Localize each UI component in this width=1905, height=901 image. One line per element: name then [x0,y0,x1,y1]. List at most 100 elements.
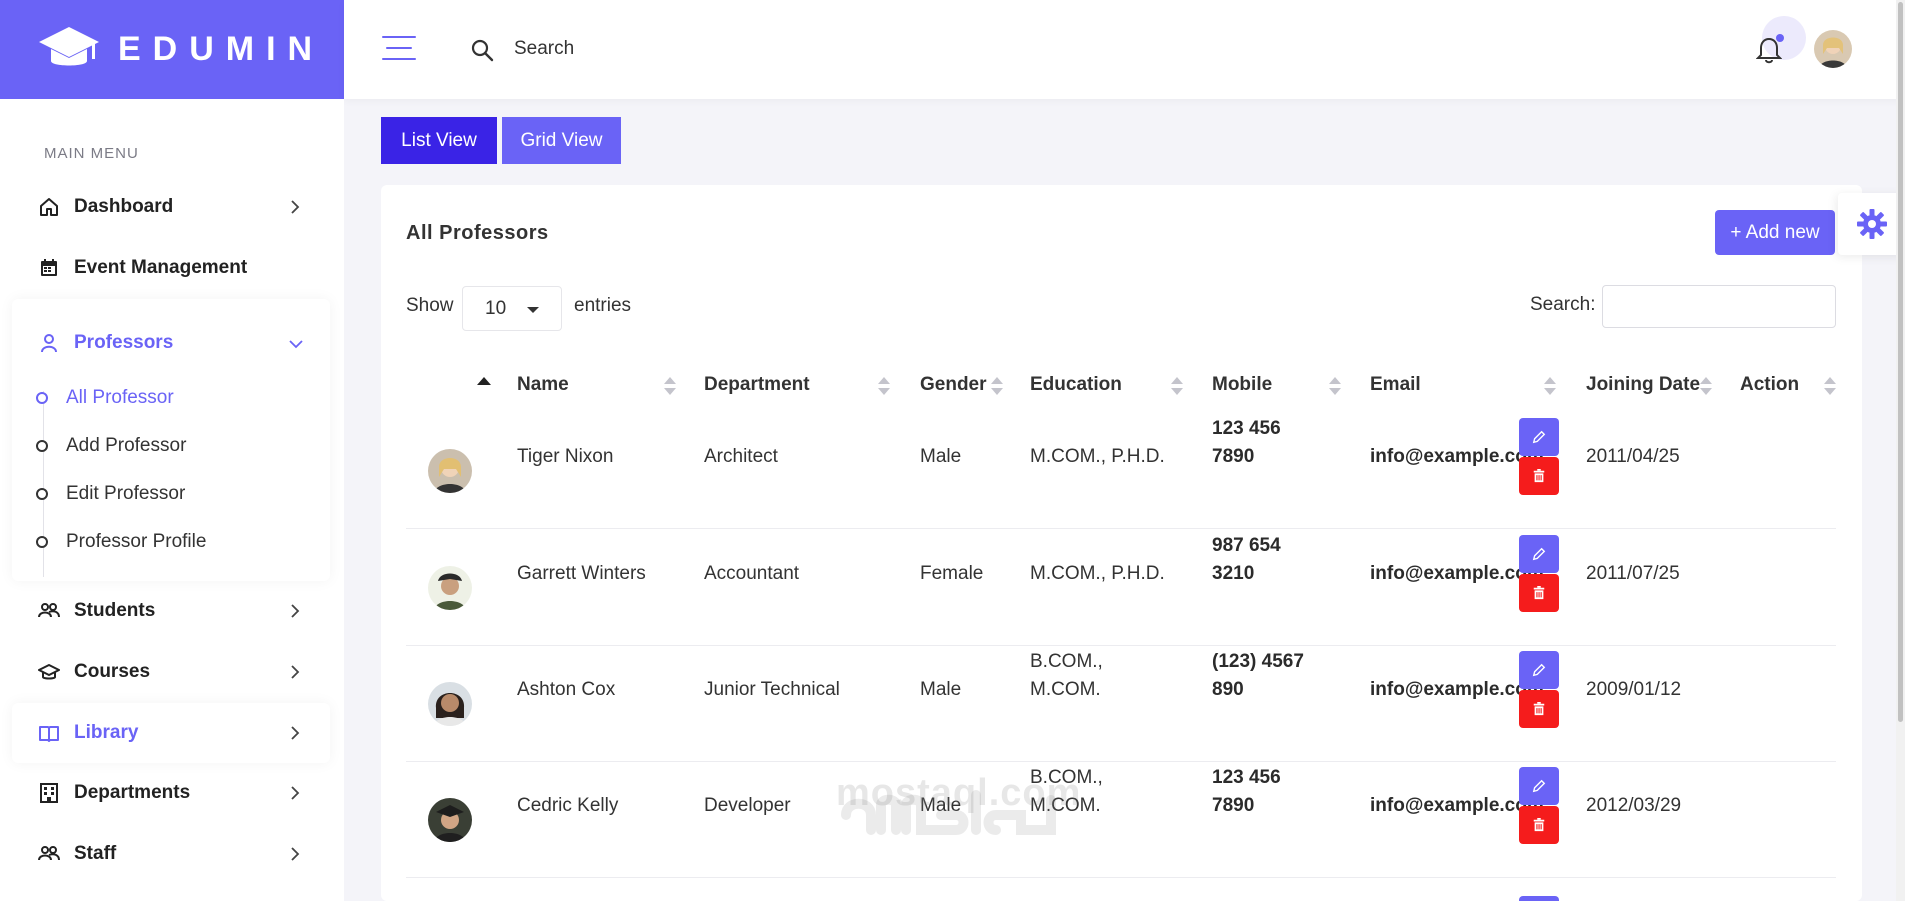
column-header-joining-date[interactable]: Joining Date [1586,374,1700,396]
column-header-gender[interactable]: Gender [920,374,987,396]
cell-education: M.COM., P.H.D. [1030,563,1165,584]
users-icon [38,843,60,865]
gear-icon [1856,209,1887,239]
cell-mobile: 987 654 [1212,535,1281,556]
cell-education: B.COM., [1030,651,1103,672]
search-icon[interactable] [470,38,494,62]
scrollbar-thumb[interactable] [1898,2,1903,722]
watermark-text: mostaql.com [836,772,1082,814]
submenu-add-professor[interactable]: Add Professor [36,431,186,461]
bullet-icon [36,488,48,500]
pencil-icon [1532,663,1546,677]
trash-icon [1533,702,1545,716]
cell-department: Junior Technical [704,679,840,700]
column-header-education[interactable]: Education [1030,374,1122,396]
brand-name: EDUMIN [118,30,325,68]
chevron-right-icon [291,786,300,800]
cell-name: Cedric Kelly [517,795,619,816]
sort-icon[interactable] [1329,377,1341,397]
submenu-all-professor[interactable]: All Professor [36,383,174,413]
entries-select[interactable]: 10 [462,286,562,331]
edit-button[interactable] [1519,418,1559,456]
home-icon [38,196,60,218]
search-input[interactable] [514,32,834,66]
sort-ascending-icon[interactable] [477,377,491,385]
column-header-action[interactable]: Action [1740,374,1799,396]
sidebar-item-departments[interactable]: Departments [12,765,330,821]
book-icon [38,722,60,744]
edit-button[interactable] [1519,535,1559,573]
cell-joining-date: 2009/01/12 [1586,679,1682,700]
delete-button[interactable] [1519,806,1559,844]
cell-email: info@example.com [1370,446,1544,467]
cell-email: info@example.com [1370,679,1544,700]
professors-card: All Professors + Add new Show 10 entries… [381,185,1862,901]
sidebar-item-label: Departments [74,782,191,803]
cell-mobile: 7890 [1212,446,1255,467]
trash-icon [1533,586,1545,600]
chevron-right-icon [291,604,300,618]
delete-button[interactable] [1519,574,1559,612]
sidebar-item-label: Professors [74,332,174,353]
cell-mobile: (123) 4567 [1212,651,1304,672]
edit-button[interactable] [1519,767,1559,805]
cell-email: info@example.com [1370,795,1544,816]
sort-icon[interactable] [1544,377,1556,397]
sidebar-item-event-management[interactable]: Event Management [12,240,330,296]
sidebar-item-professors[interactable]: Professors [12,315,330,371]
sidebar-item-label: Library [74,722,139,743]
table-row: Cedric Kelly Developer Male B.COM., M.CO… [406,762,1836,878]
edit-button[interactable] [1519,896,1559,901]
delete-button[interactable] [1519,690,1559,728]
sidebar: MAIN MENU Dashboard Event Management Pro… [0,99,344,901]
sidebar-item-label: Event Management [74,257,248,278]
column-header-email[interactable]: Email [1370,374,1421,396]
sort-icon[interactable] [1824,377,1836,397]
brand-logo[interactable]: EDUMIN [0,0,344,99]
sidebar-item-label: Students [74,600,156,621]
sort-icon[interactable] [664,377,676,397]
settings-button[interactable] [1838,193,1905,255]
hamburger-menu-icon[interactable] [382,34,416,62]
sidebar-item-courses[interactable]: Courses [12,644,330,700]
user-avatar[interactable] [1814,30,1852,68]
table-row: Garrett Winters Accountant Female M.COM.… [406,530,1836,646]
column-header-name[interactable]: Name [517,374,569,396]
list-view-button[interactable]: List View [381,117,497,164]
column-header-mobile[interactable]: Mobile [1212,374,1272,396]
cell-education: M.COM., P.H.D. [1030,446,1165,467]
edit-button[interactable] [1519,651,1559,689]
cell-name: Tiger Nixon [517,446,614,467]
delete-button[interactable] [1519,457,1559,495]
sidebar-item-dashboard[interactable]: Dashboard [12,179,330,235]
cell-gender: Male [920,679,962,700]
cell-joining-date: 2011/07/25 [1586,563,1680,584]
sidebar-item-label: Dashboard [74,196,174,217]
card-title: All Professors [406,222,549,244]
sort-icon[interactable] [991,377,1003,397]
sidebar-item-students[interactable]: Students [12,583,330,639]
chevron-right-icon [291,665,300,679]
sort-icon[interactable] [878,377,890,397]
add-new-button[interactable]: + Add new [1715,210,1835,255]
bullet-icon [36,440,48,452]
sort-icon[interactable] [1700,377,1712,397]
sidebar-item-staff[interactable]: Staff [12,826,330,882]
building-icon [38,782,60,804]
column-header-department[interactable]: Department [704,374,810,396]
sidebar-item-library[interactable]: Library [12,705,330,761]
table-row: Tiger Nixon Architect Male M.COM., P.H.D… [406,413,1836,529]
sort-icon[interactable] [1171,377,1183,397]
menu-title: MAIN MENU [44,145,139,162]
grid-view-button[interactable]: Grid View [502,117,621,164]
entries-label: entries [574,295,632,316]
professor-avatar [428,566,472,610]
chevron-right-icon [291,200,300,214]
pencil-icon [1532,430,1546,444]
cell-mobile: 7890 [1212,795,1255,816]
submenu-edit-professor[interactable]: Edit Professor [36,479,185,509]
cell-department: Accountant [704,563,800,584]
table-search-input[interactable] [1602,285,1836,328]
sidebar-item-label: Staff [74,843,117,864]
submenu-professor-profile[interactable]: Professor Profile [36,527,206,557]
